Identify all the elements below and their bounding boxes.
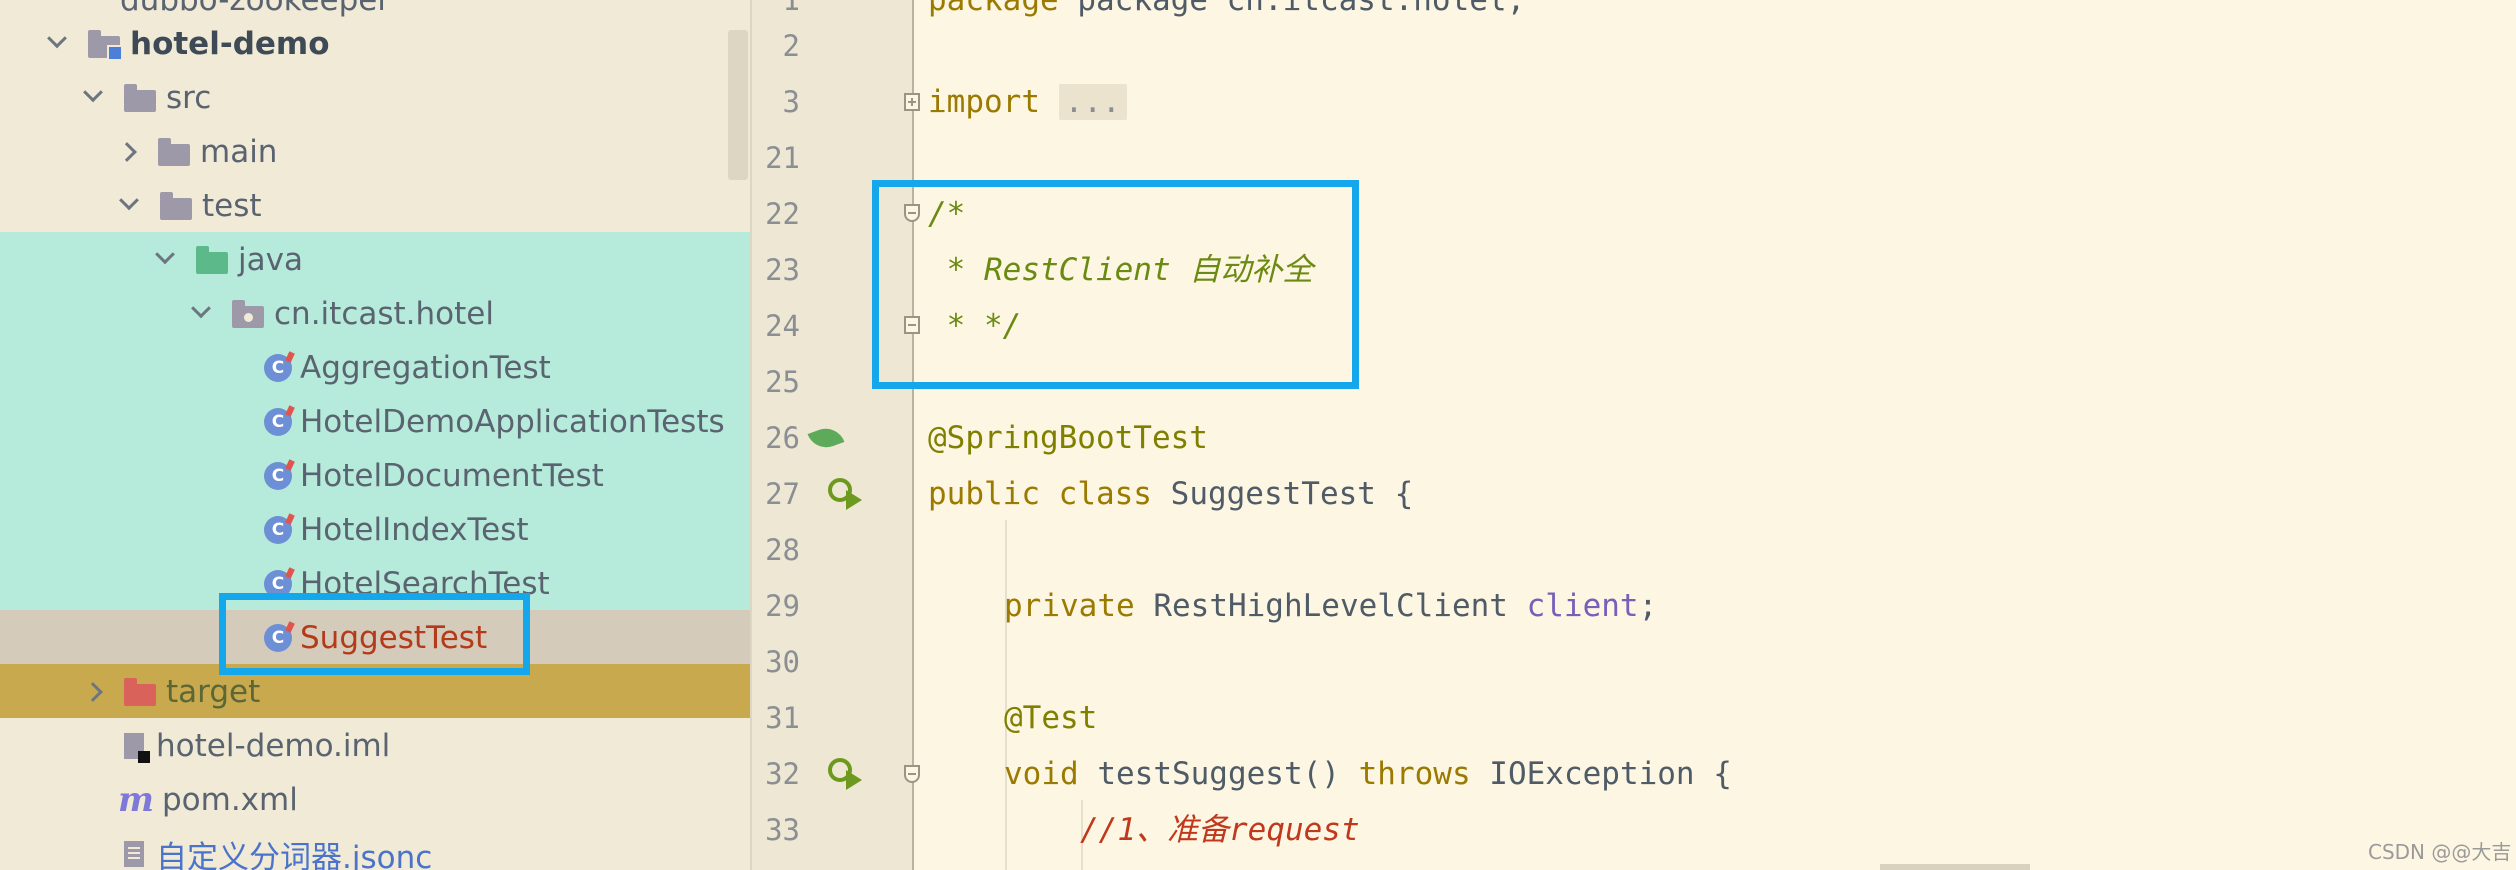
- tree-item-label: dubbo-zookeeper: [120, 0, 391, 18]
- folder-icon: [160, 192, 192, 220]
- gutter-border: [912, 0, 914, 870]
- tree-item-label: pom.xml: [161, 782, 298, 818]
- line-number: 26: [765, 421, 800, 455]
- tree-item-src[interactable]: src: [0, 71, 750, 125]
- tree-item-label: HotelDemoApplicationTests: [300, 404, 725, 440]
- line-number: 23: [765, 253, 800, 287]
- tree-item-test[interactable]: test: [0, 179, 750, 233]
- chevron-down-icon[interactable]: [155, 244, 175, 265]
- chevron-down-icon[interactable]: [47, 28, 67, 49]
- tree-scrollbar[interactable]: [728, 30, 748, 180]
- folder-icon: [124, 84, 156, 112]
- tree-item-iml[interactable]: hotel-demo.iml: [0, 719, 750, 773]
- text-file-icon: [124, 841, 144, 867]
- code-line[interactable]: //1、准备request: [1080, 802, 1360, 858]
- tree-item-class[interactable]: C HotelIndexTest: [0, 503, 750, 557]
- tree-item-package[interactable]: cn.itcast.hotel: [0, 287, 750, 341]
- folder-icon: [158, 138, 190, 166]
- line-number: 2: [782, 29, 800, 63]
- run-test-icon[interactable]: [828, 478, 864, 514]
- module-folder-icon: [88, 30, 123, 61]
- java-class-icon: C: [264, 462, 292, 490]
- line-number: 29: [765, 589, 800, 623]
- tree-item-label: cn.itcast.hotel: [274, 296, 494, 332]
- tree-item-label: src: [166, 80, 212, 116]
- line-number: 27: [765, 477, 800, 511]
- excluded-folder-icon: [124, 678, 156, 706]
- code-line[interactable]: public class SuggestTest {: [928, 466, 1413, 522]
- java-class-icon: C: [264, 516, 292, 544]
- fold-expand-icon[interactable]: [904, 93, 920, 111]
- run-test-icon[interactable]: [828, 758, 864, 794]
- tree-item-class[interactable]: C HotelDocumentTest: [0, 449, 750, 503]
- tree-item-label: AggregationTest: [300, 350, 551, 386]
- collapsed-imports[interactable]: ...: [1058, 84, 1127, 120]
- line-number: 30: [765, 645, 800, 679]
- tree-item-label: test: [202, 188, 262, 224]
- code-line[interactable]: @Test: [1004, 690, 1097, 746]
- chevron-down-icon[interactable]: [119, 190, 139, 211]
- line-number: 25: [765, 365, 800, 399]
- line-number: 32: [765, 757, 800, 791]
- chevron-right-icon[interactable]: [83, 682, 103, 702]
- line-number: 21: [765, 141, 800, 175]
- tree-item-java[interactable]: java: [0, 233, 750, 287]
- project-tree-panel: dubbo-zookeeper hotel-demo src main test: [0, 0, 750, 870]
- java-class-icon: C: [264, 354, 292, 382]
- ide-window: dubbo-zookeeper hotel-demo src main test: [0, 0, 2516, 870]
- chevron-down-icon[interactable]: [83, 82, 103, 103]
- editor-horizontal-scrollbar[interactable]: [1880, 864, 2030, 870]
- tree-item-label: java: [238, 242, 303, 278]
- tree-item-main[interactable]: main: [0, 125, 750, 179]
- line-number: 3: [782, 85, 800, 119]
- line-number: 22: [765, 197, 800, 231]
- tree-item-label: target: [166, 674, 261, 710]
- tree-item-hotel-demo[interactable]: hotel-demo: [0, 17, 750, 71]
- line-number: 24: [765, 309, 800, 343]
- tree-item-label: HotelDocumentTest: [300, 458, 604, 494]
- code-line[interactable]: import ...: [928, 74, 1127, 130]
- tree-item-label: hotel-demo: [130, 26, 330, 62]
- maven-m-icon: m: [118, 780, 154, 820]
- fold-collapse-icon[interactable]: [904, 765, 920, 783]
- code-line[interactable]: void testSuggest() throws IOException {: [1004, 746, 1732, 802]
- tree-item-label: main: [200, 134, 278, 170]
- chevron-down-icon[interactable]: [191, 298, 211, 319]
- tree-item-label: 自定义分词器.jsonc: [156, 839, 433, 870]
- line-number: 31: [765, 701, 800, 735]
- code-line[interactable]: @SpringBootTest: [928, 410, 1208, 466]
- annotation-highlight-box: [219, 593, 530, 675]
- tree-item-class[interactable]: C HotelDemoApplicationTests: [0, 395, 750, 449]
- tree-item-label: hotel-demo.iml: [156, 728, 391, 764]
- java-class-icon: C: [264, 408, 292, 436]
- test-source-folder-icon: [196, 246, 228, 274]
- annotation-highlight-box: [872, 180, 1359, 389]
- chevron-right-icon[interactable]: [117, 142, 137, 162]
- iml-file-icon: [124, 733, 150, 763]
- tree-item-label: HotelIndexTest: [300, 512, 529, 548]
- tree-item-jsonc[interactable]: 自定义分词器.jsonc: [0, 827, 750, 870]
- code-line[interactable]: package package cn.itcast.hotel;: [928, 0, 1525, 28]
- line-number: 33: [765, 813, 800, 847]
- package-icon: [232, 300, 264, 328]
- code-line[interactable]: private RestHighLevelClient client;: [1004, 578, 1657, 634]
- watermark: CSDN @@大吉: [2368, 840, 2512, 864]
- tree-item-class[interactable]: C AggregationTest: [0, 341, 750, 395]
- line-number: 28: [765, 533, 800, 567]
- tree-item-pom[interactable]: m pom.xml: [0, 773, 750, 827]
